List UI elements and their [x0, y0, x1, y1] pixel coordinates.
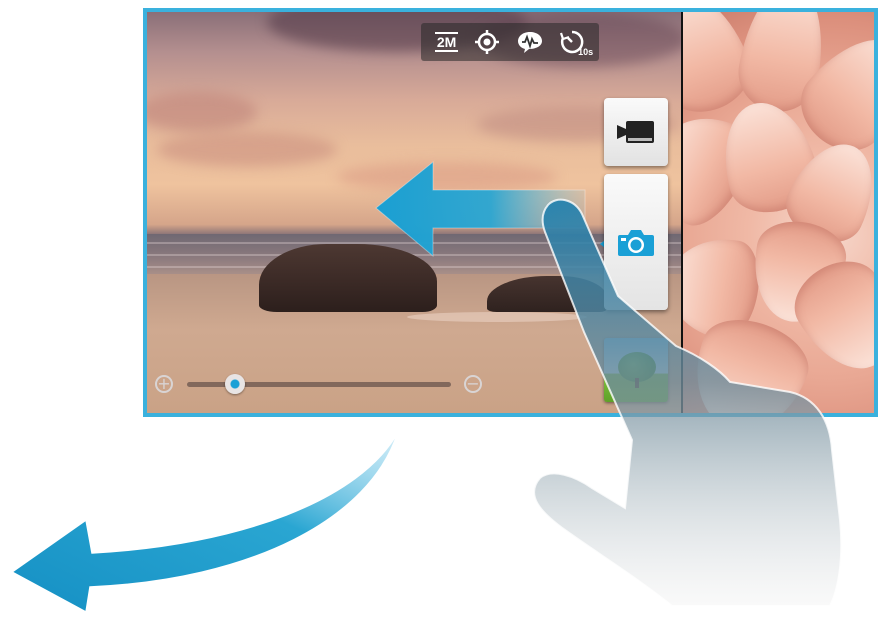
device-screen: 2M 10s + −	[143, 8, 878, 417]
zoom-in-icon[interactable]: +	[155, 375, 173, 393]
camera-settings-bar: 2M 10s	[421, 23, 599, 61]
cloud	[337, 162, 557, 192]
resolution-label: 2M	[434, 32, 459, 52]
gallery-photo-flower[interactable]	[683, 12, 874, 413]
camera-mode-button[interactable]	[604, 174, 668, 310]
video-mode-button[interactable]	[604, 98, 668, 166]
zoom-out-icon[interactable]: −	[464, 375, 482, 393]
last-photo-thumbnail[interactable]	[604, 338, 668, 402]
rock	[259, 244, 437, 312]
wet-sand	[407, 312, 587, 322]
tree-trunk	[635, 378, 639, 388]
focus-target-icon[interactable]	[474, 27, 500, 57]
video-camera-icon	[617, 121, 654, 143]
zoom-slider-thumb[interactable]	[224, 374, 245, 394]
resolution-setting[interactable]: 2M	[434, 27, 459, 57]
timer-label: 10s	[578, 47, 594, 57]
curved-left-arrow	[10, 431, 399, 614]
cloud	[147, 92, 257, 132]
self-timer-icon[interactable]: 10s	[559, 27, 593, 57]
camera-viewfinder[interactable]: 2M 10s + −	[147, 12, 681, 413]
auto-scene-icon[interactable]	[516, 27, 544, 57]
cloud	[157, 132, 337, 167]
camera-icon	[618, 230, 654, 256]
